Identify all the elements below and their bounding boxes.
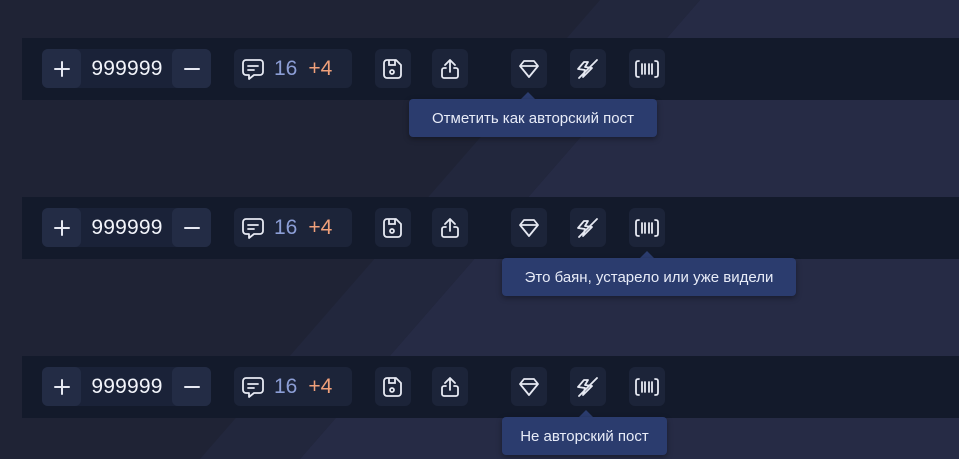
post-toolbar: 999999 16 +4 [22,38,959,100]
downvote-button[interactable] [172,208,211,247]
share-icon [438,216,462,240]
comments-count: 16 [274,56,298,80]
plus-icon [53,60,71,78]
new-comments-count: +4 [308,215,333,239]
lightning-strike-icon [575,375,601,399]
new-comments-count: +4 [308,56,333,80]
save-icon [381,216,405,240]
author-post-button[interactable] [511,208,547,247]
gem-icon [517,216,541,240]
upvote-button[interactable] [42,367,81,406]
save-icon [381,57,405,81]
vote-control: 999999 [42,49,211,88]
tooltip-repost: Это баян, устарело или уже видели [502,258,796,296]
minus-icon [183,219,201,237]
upvote-button[interactable] [42,49,81,88]
downvote-button[interactable] [172,49,211,88]
rating-score: 999999 [91,56,163,80]
comments-button[interactable]: 16 +4 [234,208,352,247]
author-post-button[interactable] [511,49,547,88]
rating-score: 999999 [91,215,163,239]
repost-button[interactable] [629,367,665,406]
gem-icon [517,57,541,81]
comments-count: 16 [274,215,298,239]
save-icon [381,375,405,399]
author-post-button[interactable] [511,367,547,406]
comments-button[interactable]: 16 +4 [234,367,352,406]
share-button[interactable] [432,208,468,247]
lightning-strike-icon [575,57,601,81]
upvote-button[interactable] [42,208,81,247]
minus-icon [183,60,201,78]
gem-icon [517,375,541,399]
rating-score: 999999 [91,374,163,398]
share-button[interactable] [432,49,468,88]
vote-control: 999999 [42,367,211,406]
comment-icon [240,56,266,82]
save-button[interactable] [375,367,411,406]
comments-count: 16 [274,374,298,398]
tooltip-author-post: Отметить как авторский пост [409,99,657,137]
downvote-button[interactable] [172,367,211,406]
barcode-icon [634,216,660,240]
plus-icon [53,219,71,237]
post-toolbar: 999999 16 +4 [22,356,959,418]
repost-button[interactable] [629,208,665,247]
new-comments-count: +4 [308,374,333,398]
comments-button[interactable]: 16 +4 [234,49,352,88]
not-author-post-button[interactable] [570,208,606,247]
barcode-icon [634,375,660,399]
repost-button[interactable] [629,49,665,88]
not-author-post-button[interactable] [570,49,606,88]
comment-icon [240,374,266,400]
tooltip-not-author-post: Не авторский пост [502,417,667,455]
vote-control: 999999 [42,208,211,247]
save-button[interactable] [375,49,411,88]
share-button[interactable] [432,367,468,406]
lightning-strike-icon [575,216,601,240]
barcode-icon [634,57,660,81]
plus-icon [53,378,71,396]
minus-icon [183,378,201,396]
share-icon [438,375,462,399]
share-icon [438,57,462,81]
save-button[interactable] [375,208,411,247]
post-toolbar: 999999 16 +4 [22,197,959,259]
not-author-post-button[interactable] [570,367,606,406]
comment-icon [240,215,266,241]
